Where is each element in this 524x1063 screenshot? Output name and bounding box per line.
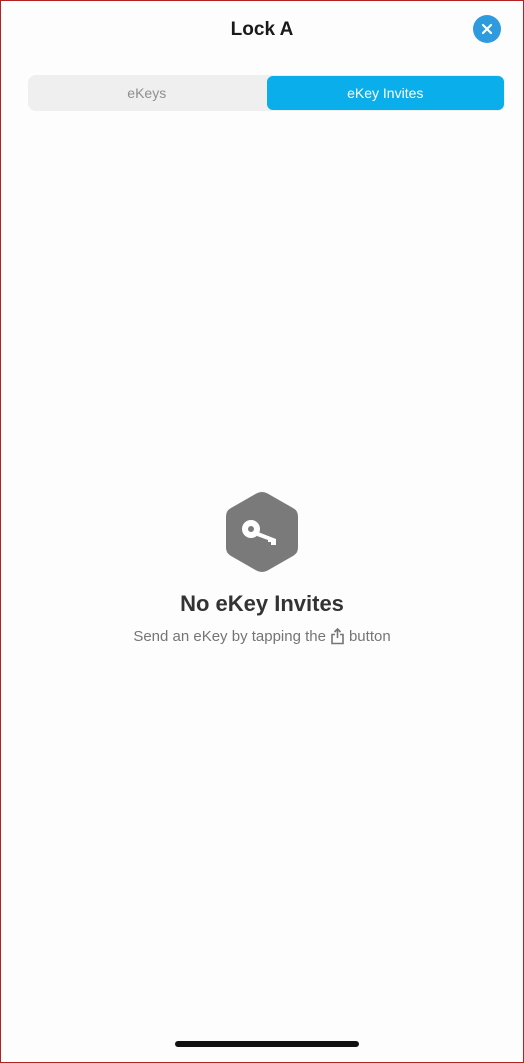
home-indicator[interactable] xyxy=(175,1041,359,1047)
close-icon xyxy=(481,23,493,35)
screen: Lock A eKeys eKey Invites No eKey Invite… xyxy=(0,0,524,1063)
empty-subtitle-after: button xyxy=(348,628,391,645)
close-button[interactable] xyxy=(473,15,501,43)
tab-ekey-invites[interactable]: eKey Invites xyxy=(266,76,504,110)
empty-state: No eKey Invites Send an eKey by tapping … xyxy=(1,489,523,645)
share-icon xyxy=(331,628,344,645)
empty-title: No eKey Invites xyxy=(180,591,344,616)
tab-ekeys[interactable]: eKeys xyxy=(28,75,266,111)
nav-header: Lock A xyxy=(1,1,523,61)
tab-bar: eKeys eKey Invites xyxy=(28,75,505,111)
page-title: Lock A xyxy=(230,19,294,40)
key-icon xyxy=(226,492,298,572)
key-badge xyxy=(223,489,301,575)
empty-subtitle-before: Send an eKey by tapping the xyxy=(133,628,326,645)
empty-subtitle: Send an eKey by tapping the button xyxy=(1,628,523,645)
